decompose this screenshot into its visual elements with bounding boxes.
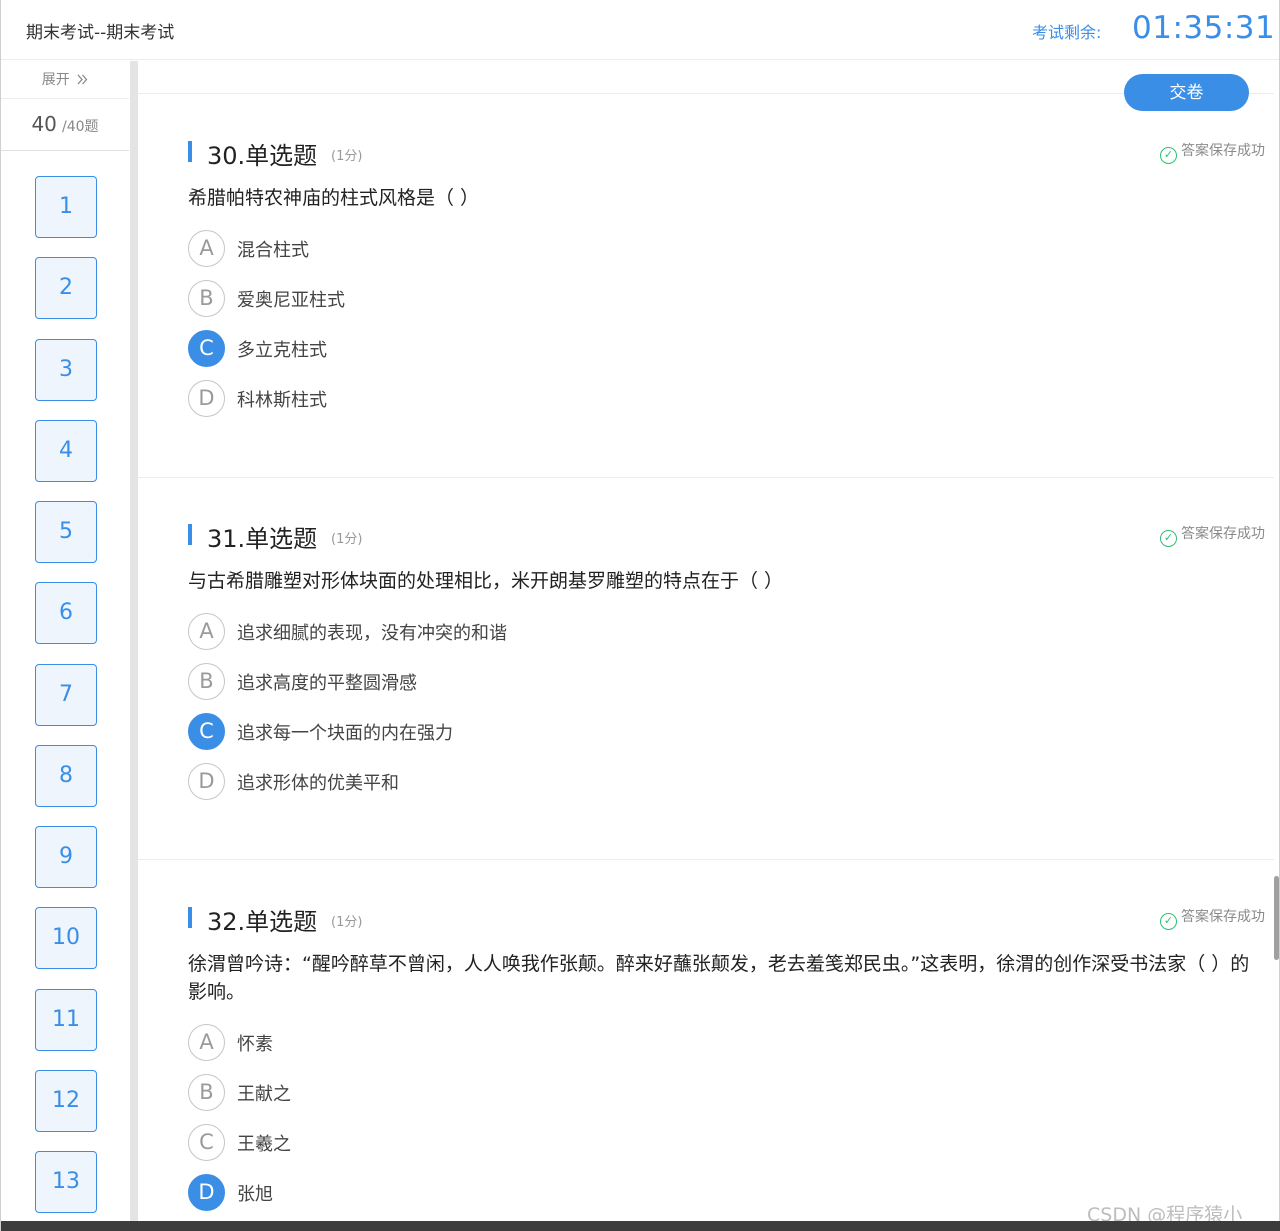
question-navigator: 展开 40 /40题 1 2 3 4 5 6 7 8 9 10 11 12 13 [1,61,129,1221]
save-status: ✓ 答案保存成功 [1160,906,1265,930]
check-circle-icon: ✓ [1160,913,1177,930]
save-status: ✓ 答案保存成功 [1160,140,1265,164]
question-number-button[interactable]: 3 [35,339,97,401]
question-text: 徐渭曾吟诗：“醒吟醉草不曾闲，人人唤我作张颠。醉来好蘸张颠发，老去羞笺郑民虫。”… [188,953,1250,1003]
option-letter: D [188,1174,225,1211]
question-score: (1分) [331,915,363,930]
answered-count: 40 /40题 [1,99,129,151]
question-number-button[interactable]: 11 [35,989,97,1051]
countdown-timer: 01:35:31 [1132,10,1276,46]
option-list: A 追求细腻的表现，没有冲突的和谐 B 追求高度的平整圆滑感 C 追求每一个块面的内在… [188,613,1268,813]
option-letter: C [188,330,225,367]
top-divider [138,93,1274,94]
option-b[interactable]: B 追求高度的平整圆滑感 [188,663,1268,713]
title-accent-bar [188,524,192,545]
option-text: 爱奥尼亚柱式 [237,290,345,311]
option-letter: A [188,613,225,650]
question-number-button[interactable]: 9 [35,826,97,888]
submit-exam-button[interactable]: 交卷 [1124,74,1249,111]
title-accent-bar [188,907,192,928]
question-text: 与古希腊雕塑对形体块面的处理相比，米开朗基罗雕塑的特点在于（ ） [188,570,784,592]
option-a[interactable]: A 追求细腻的表现，没有冲突的和谐 [188,613,1268,663]
option-d[interactable]: D 追求形体的优美平和 [188,763,1268,813]
option-list: A 混合柱式 B 爱奥尼亚柱式 C 多立克柱式 D 科林斯柱式 [188,230,1268,430]
question-header: 31.单选题 (1分) ✓ 答案保存成功 [188,519,1268,553]
answered-number: 40 [31,112,57,136]
option-d[interactable]: D 科林斯柱式 [188,380,1268,430]
question-score: (1分) [331,532,363,547]
question-header: 30.单选题 (1分) ✓ 答案保存成功 [188,136,1268,170]
option-letter: C [188,1124,225,1161]
exam-title: 期末考试--期末考试 [26,23,175,43]
question-title: 30.单选题 [207,142,318,170]
scrollbar-thumb[interactable] [1274,876,1279,960]
option-b[interactable]: B 王献之 [188,1074,1268,1124]
save-status-text: 答案保存成功 [1181,143,1265,159]
bottom-bar [1,1221,1280,1231]
total-questions-label: /40题 [62,119,99,135]
question-divider [138,859,1274,860]
option-letter: D [188,380,225,417]
option-text: 多立克柱式 [237,340,327,361]
option-a[interactable]: A 混合柱式 [188,230,1268,280]
option-letter: B [188,280,225,317]
question-number-button[interactable]: 1 [35,176,97,238]
expand-label: 展开 [41,72,70,88]
question-number-button[interactable]: 8 [35,745,97,807]
save-status-text: 答案保存成功 [1181,909,1265,925]
question-divider [138,477,1274,478]
option-b[interactable]: B 爱奥尼亚柱式 [188,280,1268,330]
save-status: ✓ 答案保存成功 [1160,523,1265,547]
option-text: 追求形体的优美平和 [237,773,399,794]
option-text: 追求每一个块面的内在强力 [237,723,453,744]
option-letter: D [188,763,225,800]
question-card: 32.单选题 (1分) ✓ 答案保存成功 徐渭曾吟诗：“醒吟醉草不曾闲，人人唤我作… [188,902,1268,1224]
question-number-button[interactable]: 13 [35,1151,97,1213]
question-list: 交卷 30.单选题 (1分) ✓ 答案保存成功 希腊帕特农神庙的柱式风格是（ ） … [138,61,1274,1221]
check-circle-icon: ✓ [1160,530,1177,547]
option-a[interactable]: A 怀素 [188,1024,1268,1074]
option-list: A 怀素 B 王献之 C 王羲之 D 张旭 [188,1024,1268,1224]
question-number-button[interactable]: 10 [35,907,97,969]
question-title: 31.单选题 [207,525,318,553]
question-score: (1分) [331,149,363,164]
timer-label: 考试剩余: [1032,23,1102,42]
option-letter: A [188,230,225,267]
check-circle-icon: ✓ [1160,147,1177,164]
question-number-button[interactable]: 5 [35,501,97,563]
option-letter: B [188,663,225,700]
option-text: 王献之 [237,1084,291,1105]
question-number-button[interactable]: 4 [35,420,97,482]
option-c[interactable]: C 王羲之 [188,1124,1268,1174]
option-c[interactable]: C 多立克柱式 [188,330,1268,380]
question-number-button[interactable]: 2 [35,257,97,319]
option-text: 王羲之 [237,1134,291,1155]
save-status-text: 答案保存成功 [1181,526,1265,542]
question-card: 30.单选题 (1分) ✓ 答案保存成功 希腊帕特农神庙的柱式风格是（ ） A 混合… [188,136,1268,430]
question-header: 32.单选题 (1分) ✓ 答案保存成功 [188,902,1268,936]
option-text: 张旭 [237,1184,273,1205]
option-text: 怀素 [237,1034,273,1055]
option-letter: B [188,1074,225,1111]
sidebar-divider [130,61,138,1221]
option-c[interactable]: C 追求每一个块面的内在强力 [188,713,1268,763]
option-text: 追求高度的平整圆滑感 [237,673,417,694]
option-text: 科林斯柱式 [237,390,327,411]
title-accent-bar [188,141,192,162]
question-number-button[interactable]: 6 [35,582,97,644]
question-text: 希腊帕特农神庙的柱式风格是（ ） [188,187,480,209]
double-chevron-right-icon [77,72,88,88]
expand-toggle[interactable]: 展开 [1,61,129,99]
question-title: 32.单选题 [207,908,318,936]
exam-header: 期末考试--期末考试 考试剩余: 01:35:31 [1,0,1279,60]
option-text: 混合柱式 [237,240,309,261]
exam-page: 期末考试--期末考试 考试剩余: 01:35:31 展开 40 /40题 123… [0,0,1280,1231]
option-letter: C [188,713,225,750]
option-text: 追求细腻的表现，没有冲突的和谐 [237,623,507,644]
option-letter: A [188,1024,225,1061]
question-number-button[interactable]: 7 [35,664,97,726]
question-card: 31.单选题 (1分) ✓ 答案保存成功 与古希腊雕塑对形体块面的处理相比，米开朗… [188,519,1268,813]
question-number-button[interactable]: 12 [35,1070,97,1132]
